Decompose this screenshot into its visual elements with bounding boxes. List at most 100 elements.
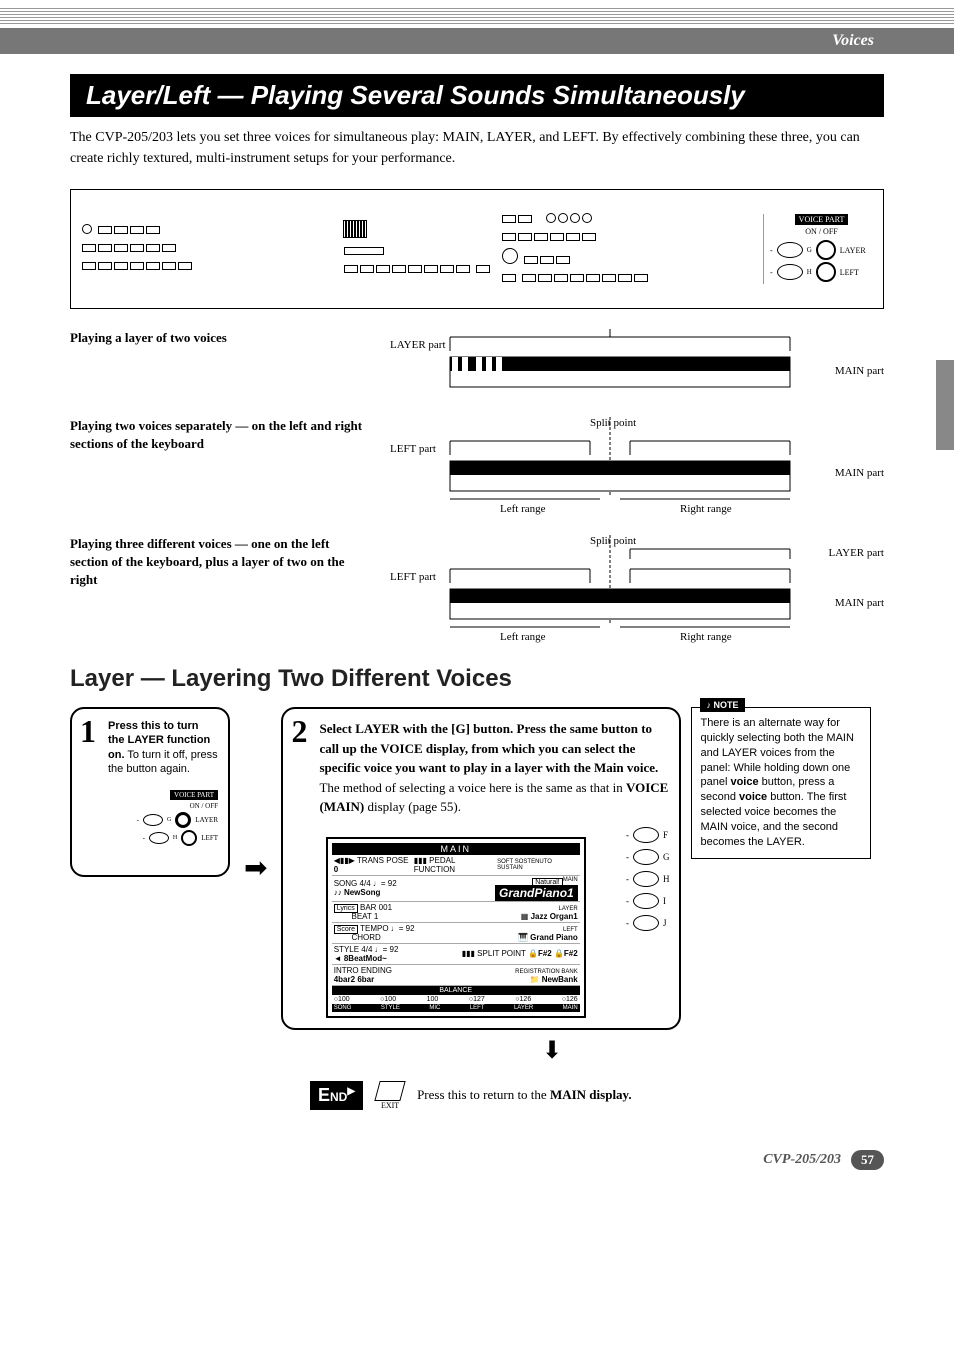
s2-left-range-label: Left range	[500, 503, 546, 515]
s3-left-part-label: LEFT part	[390, 571, 436, 583]
sub-heading: Layer — Layering Two Different Voices	[70, 665, 884, 693]
lcd-bal-0: 100	[338, 996, 350, 1003]
scenario-2: Playing two voices separately — on the l…	[70, 417, 884, 517]
lcd-bal-label-4: LAYER	[514, 1005, 533, 1011]
note-voice2: voice	[739, 791, 767, 803]
lcd-beat-value: 1	[374, 912, 378, 921]
s3-main-part-label: MAIN part	[835, 597, 884, 609]
callout-voice-part-label: VOICE PART	[795, 214, 849, 225]
lcd-bal-1: 100	[384, 996, 396, 1003]
lcd-main-voice: GrandPiano1	[495, 885, 578, 901]
lcd-ending-value: 6bar	[357, 975, 374, 984]
lcd-regbank-value: NewBank	[542, 975, 578, 984]
lcd-layer-voice: Jazz Organ1	[531, 912, 578, 921]
s2-left-part-label: LEFT part	[390, 443, 436, 455]
lcd-newsong: ♪♪ NewSong	[334, 888, 381, 897]
s2-right-range-label: Right range	[680, 503, 732, 515]
header-category: Voices	[812, 28, 954, 54]
arrow-down-icon: ⬇	[220, 1036, 884, 1065]
step1-h-letter: H	[173, 835, 177, 841]
scenario-3-keyboard-icon	[390, 535, 850, 645]
end-text-bold: MAIN display.	[550, 1087, 632, 1102]
step1-layer-circle-icon	[175, 812, 191, 828]
lcd-trans-label: TRANS POSE	[357, 856, 409, 865]
lcd-title: MAIN	[332, 843, 580, 855]
lcd-bal-label-2: MIC	[429, 1005, 440, 1011]
lcd-style-label: STYLE	[334, 945, 359, 954]
lcd-bal-3: 127	[473, 996, 485, 1003]
page-number: 57	[851, 1150, 884, 1170]
lcd-side-buttons: -F -G -H -I -J	[626, 827, 670, 931]
note-tab-label: NOTE	[700, 698, 744, 712]
end-badge: END▶	[310, 1081, 363, 1110]
lcd-intro-label: INTRO	[334, 966, 359, 975]
lcd-split-b: F#2	[564, 949, 578, 958]
callout-layer-label: LAYER	[840, 246, 866, 255]
lcd-song-tempo: 4/4 ♩= 92	[360, 879, 397, 888]
lcd-ending-label: ENDING	[361, 966, 392, 975]
note-box: NOTE There is an alternate way for quick…	[691, 707, 871, 859]
callout-g-letter: G	[807, 246, 812, 254]
scenario-2-keyboard-icon	[390, 417, 850, 517]
keyboard-panel-diagram: VOICE PART ON / OFF - G LAYER - H LEFT	[70, 189, 884, 309]
lcd-bal-4: 126	[520, 996, 532, 1003]
note-voice1: voice	[730, 776, 758, 788]
side-btn-f: F	[663, 830, 668, 840]
lcd-pedal-right: SOFT SOSTENUTO SUSTAIN	[497, 859, 578, 871]
step-2-end: display (page 55).	[364, 799, 461, 814]
lcd-split-label: SPLIT POINT	[477, 949, 526, 958]
step-1-box: 1 Press this to turn the LAYER function …	[70, 707, 230, 877]
lcd-pedal-label: PEDAL FUNCTION	[414, 856, 455, 874]
lcd-split-a: F#2	[538, 949, 552, 958]
left-circle-button-icon	[816, 262, 836, 282]
step-1-number: 1	[80, 713, 96, 750]
step-2-box: 2 Select LAYER with the [G] button. Pres…	[281, 707, 681, 1030]
side-btn-h: H	[663, 874, 670, 884]
step1-left-label: LEFT	[201, 834, 218, 842]
step1-voice-part-label: VOICE PART	[170, 790, 218, 800]
header-band: Voices	[0, 28, 954, 54]
scenario-1: Playing a layer of two voices LAYER part	[70, 329, 884, 399]
lcd-beat-label: BEAT	[352, 912, 372, 921]
arrow-right-icon: ➡	[244, 851, 267, 885]
lcd-tempo-label: TEMPO ♩= 92	[360, 924, 414, 933]
lcd-style-name: 8BeatMod~	[344, 954, 387, 963]
scenario-1-heading: Playing a layer of two voices	[70, 329, 370, 347]
step-2-number: 2	[291, 713, 307, 750]
lcd-trans-value: 0	[334, 865, 338, 874]
lcd-bar-label: BAR	[360, 903, 376, 912]
s3-layer-part-label: LAYER part	[828, 547, 884, 559]
lcd-style-tempo: 4/4 ♩= 92	[361, 945, 398, 954]
s2-main-part-label: MAIN part	[835, 467, 884, 479]
scenario-3: Playing three different voices — one on …	[70, 535, 884, 645]
lcd-left-voice: Grand Piano	[530, 933, 578, 942]
step1-onoff-label: ON / OFF	[82, 802, 218, 810]
scenario-1-keyboard-icon	[390, 329, 850, 399]
lcd-main-tag: MAIN	[563, 877, 578, 883]
footer-model: CVP-205/203	[763, 1152, 841, 1168]
lcd-intro-value: 4bar2	[334, 975, 355, 984]
lcd-bal-label-0: SONG	[334, 1005, 352, 1011]
scenario-3-heading: Playing three different voices — one on …	[70, 535, 370, 590]
page-footer: CVP-205/203 57	[0, 1130, 954, 1190]
lcd-screen: MAIN ◀▮▮▶ TRANS POSE 0 ▮▮▮ PEDAL FUNCTIO…	[326, 837, 586, 1018]
callout-onoff-label: ON / OFF	[770, 227, 873, 236]
intro-paragraph: The CVP-205/203 lets you set three voice…	[70, 127, 884, 169]
step1-g-letter: G	[167, 817, 171, 823]
s1-layer-part-label: LAYER part	[390, 339, 446, 351]
step-2-bold1: Select LAYER with the [G] button. Press …	[319, 721, 658, 775]
lcd-bal-5: 126	[566, 996, 578, 1003]
layer-circle-button-icon	[816, 240, 836, 260]
lcd-bal-label-3: LEFT	[470, 1005, 485, 1011]
top-rule-lines	[0, 0, 954, 26]
side-btn-i: I	[663, 896, 666, 906]
section-title: Layer/Left — Playing Several Sounds Simu…	[70, 74, 884, 117]
s3-left-range-label: Left range	[500, 631, 546, 643]
callout-h-letter: H	[807, 268, 812, 276]
lcd-bar-value: 001	[379, 903, 392, 912]
s1-main-part-label: MAIN part	[835, 365, 884, 377]
exit-button-icon: EXIT	[377, 1081, 403, 1110]
step-1-rest-text: To turn it off, press the button again.	[108, 749, 218, 775]
s2-split-label: Split point	[590, 417, 636, 429]
lcd-bal-label-5: MAIN	[563, 1005, 578, 1011]
